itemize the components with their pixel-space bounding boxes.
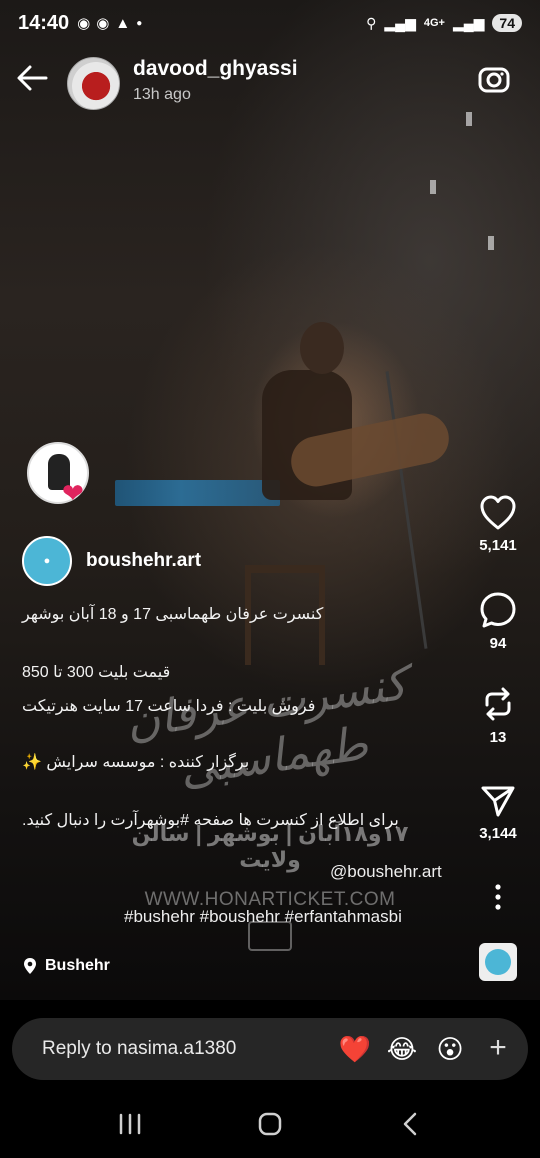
repost-button[interactable]: 13	[470, 685, 526, 746]
reaction-laugh-button[interactable]: 😂	[385, 1032, 419, 1066]
audio-thumbnail-image	[485, 949, 511, 975]
caption-line: کنسرت عرفان طهماسبی 17 و 18 آبان بوشهر	[22, 606, 324, 623]
stage-screen	[115, 480, 280, 506]
recent-apps-button[interactable]	[110, 1104, 150, 1144]
add-reaction-button[interactable]: +	[480, 1030, 516, 1066]
key-icon: ⚲	[366, 14, 377, 31]
signal-icon: ▂▄▆	[384, 14, 416, 31]
network-label: 4G+	[423, 17, 445, 29]
stage-light	[430, 180, 436, 194]
caption-line: برگزار کننده : موسسه سرایش ✨	[22, 754, 250, 771]
avatar[interactable]	[67, 57, 120, 110]
post-author[interactable]: ● boushehr.art	[22, 536, 201, 586]
chevron-left-icon	[403, 1112, 417, 1136]
stage-light	[488, 236, 494, 250]
caption-line: فروش بلیت : فردا ساعت 17 سایت هنرتیکت	[22, 698, 316, 715]
system-back-button[interactable]	[390, 1104, 430, 1144]
repost-icon	[485, 687, 511, 721]
audio-thumbnail[interactable]	[479, 943, 517, 981]
send-icon	[481, 786, 515, 817]
status-right-icons: ⚲ ▂▄▆ 4G+ ▂▄▆ 74	[366, 14, 522, 32]
home-button[interactable]	[250, 1104, 290, 1144]
like-button[interactable]: 5,141	[470, 495, 526, 554]
more-vertical-icon	[495, 884, 501, 910]
caption-line: برای اطلاع از کنسرت ها صفحه #بوشهرآرت را…	[22, 812, 399, 829]
back-arrow-icon	[17, 65, 48, 91]
reaction-wow-button[interactable]: 😮	[433, 1032, 467, 1066]
comment-button[interactable]: 94	[470, 591, 526, 652]
caption-line: قیمت بلیت 300 تا 850	[22, 664, 171, 681]
camera-icon	[478, 67, 510, 93]
status-bar: 14:40 ◉ ◉ ▲ ● ⚲ ▂▄▆ 4G+ ▂▄▆ 74	[0, 0, 540, 46]
notification-bell-icon: ▲	[115, 14, 131, 32]
username[interactable]: davood_ghyassi	[133, 57, 298, 81]
share-count: 3,144	[479, 825, 517, 842]
hashtags[interactable]: #bushehr #boushehr #erfantahmasbi	[124, 907, 402, 927]
more-options-button[interactable]	[470, 883, 526, 911]
back-button[interactable]	[14, 60, 54, 96]
like-count: 5,141	[479, 537, 517, 554]
share-button[interactable]: 3,144	[470, 783, 526, 842]
dot-icon: ●	[136, 17, 143, 29]
location-pin-icon	[24, 958, 36, 974]
repost-count: 13	[489, 729, 507, 746]
comment-icon	[480, 592, 516, 628]
chat-icon: ◉	[96, 15, 110, 32]
recent-apps-icon	[119, 1113, 141, 1135]
location-tag[interactable]: Bushehr	[22, 957, 110, 975]
mention-link[interactable]: @boushehr.art	[330, 862, 442, 882]
singer-head	[300, 322, 344, 374]
story-header: davood_ghyassi 13h ago	[0, 52, 540, 116]
reply-bar: Reply to nasima.a1380 ❤️ 😂 😮 +	[12, 1018, 528, 1080]
post-time: 13h ago	[133, 86, 191, 103]
heart-icon: ❤	[62, 478, 84, 508]
battery-indicator: 74	[492, 14, 522, 32]
author-name[interactable]: boushehr.art	[86, 550, 201, 572]
status-time: 14:40	[18, 11, 70, 34]
camera-button[interactable]	[477, 62, 513, 98]
whatsapp-icon: ◉	[77, 15, 91, 32]
reaction-heart-button[interactable]: ❤️	[338, 1032, 372, 1066]
status-left-icons: ◉ ◉ ▲ ●	[77, 14, 143, 33]
signal-icon: ▂▄▆	[452, 14, 485, 31]
home-icon	[258, 1112, 282, 1136]
location-name[interactable]: Bushehr	[45, 957, 110, 975]
system-navigation-bar	[0, 1090, 540, 1158]
heart-outline-icon	[480, 495, 516, 530]
author-avatar[interactable]: ●	[22, 536, 72, 586]
comment-count: 94	[489, 635, 507, 652]
reply-input[interactable]: Reply to nasima.a1380	[42, 1038, 236, 1060]
